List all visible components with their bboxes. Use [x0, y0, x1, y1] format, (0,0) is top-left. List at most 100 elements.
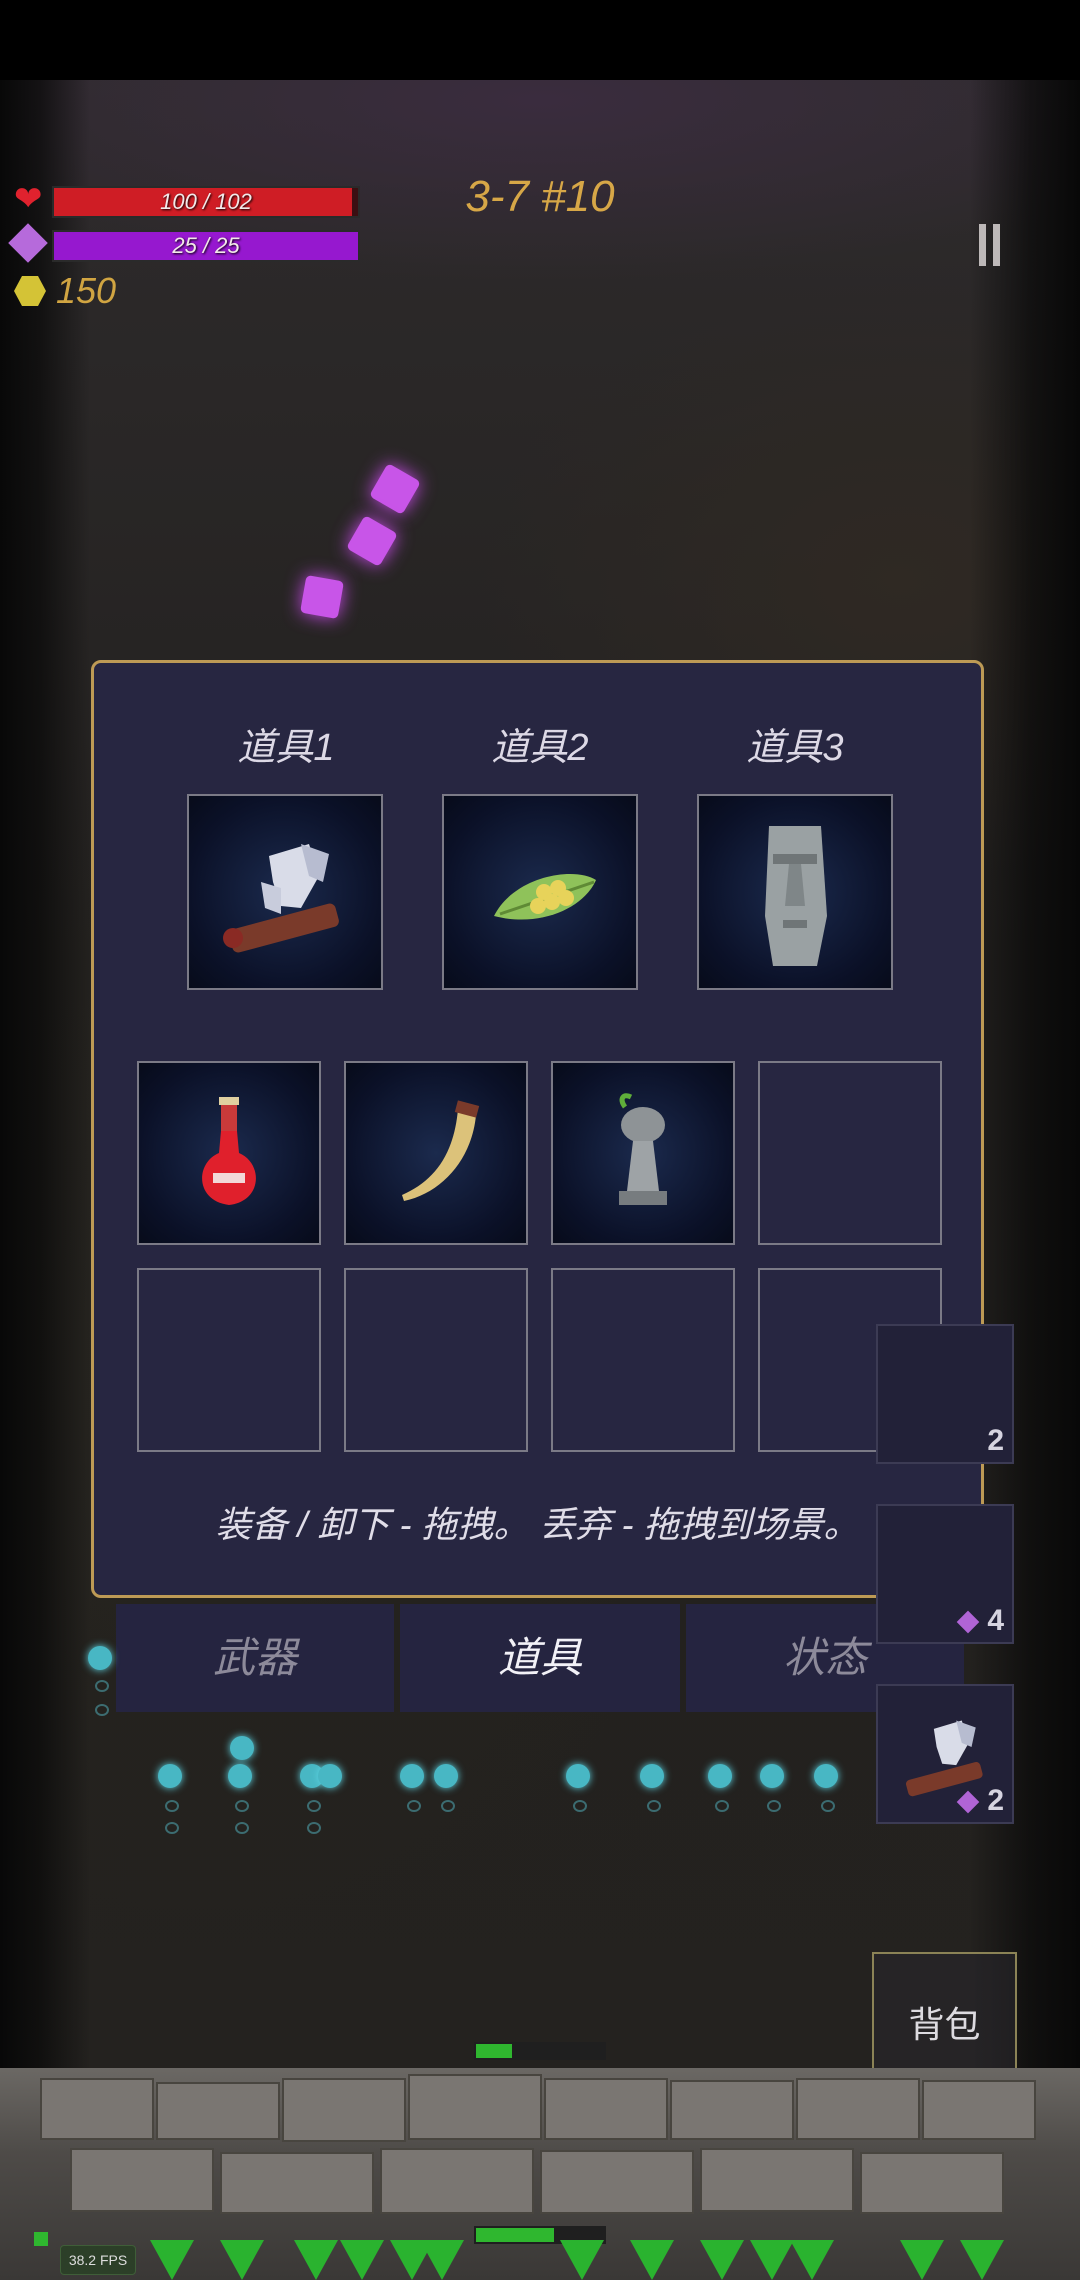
wall-rock [540, 2150, 694, 2214]
mana-gem-drop [299, 574, 345, 620]
ghost-trail [95, 1704, 109, 1716]
bag-slot-6[interactable] [344, 1268, 528, 1452]
spawn-arrow-icon [960, 2240, 1004, 2280]
horn-icon [402, 1100, 480, 1201]
ghost-enemy [230, 1736, 254, 1760]
ghost-trail [767, 1800, 781, 1812]
bag-slot-1[interactable] [137, 1061, 321, 1245]
wall-rock [670, 2080, 794, 2140]
ghost-enemy [708, 1764, 732, 1788]
herb-leaf-icon [494, 874, 596, 920]
ghost-enemy [88, 1646, 112, 1670]
spawn-arrow-icon [420, 2240, 464, 2280]
mp-bar: 25 / 25 [52, 230, 360, 262]
spawn-arrow-icon [700, 2240, 744, 2280]
gold-amount: 150 [56, 270, 117, 311]
wall-rock [70, 2148, 214, 2212]
ghost-trail [307, 1800, 321, 1812]
ghost-trail [407, 1800, 421, 1812]
card-count: 2 [987, 1784, 1004, 1817]
wall-rock [156, 2082, 280, 2140]
ghost-trail [441, 1800, 455, 1812]
tab-weapons[interactable]: 武器 [116, 1604, 394, 1712]
wave-progress-bar [474, 2042, 606, 2060]
ghost-trail [95, 1680, 109, 1692]
spawn-arrow-icon [900, 2240, 944, 2280]
base-marker [34, 2232, 48, 2246]
ghost-trail [715, 1800, 729, 1812]
spawn-arrow-icon [630, 2240, 674, 2280]
ghost-enemy [760, 1764, 784, 1788]
wall-rock [922, 2080, 1036, 2140]
ghost-trail [235, 1800, 249, 1812]
bag-slot-3[interactable] [551, 1061, 735, 1245]
wall-rock [408, 2074, 542, 2140]
spawn-arrow-icon [790, 2240, 834, 2280]
equipped-slot-3[interactable] [697, 794, 893, 990]
base-health-fill [476, 2228, 554, 2242]
bag-slot-7[interactable] [551, 1268, 735, 1452]
quickbar-card-2[interactable]: 4 [876, 1504, 1014, 1644]
card-count: 4 [987, 1604, 1004, 1637]
fps-counter: 38.2 FPS [60, 2245, 136, 2275]
equipped-slot-2[interactable] [442, 794, 638, 990]
wave-progress-fill [476, 2044, 512, 2058]
mana-gem-icon [956, 1610, 980, 1634]
wall-rock [220, 2152, 374, 2214]
pause-icon [979, 224, 986, 266]
tab-items[interactable]: 道具 [400, 1604, 680, 1712]
wall-rock [282, 2078, 406, 2142]
slot-label-1: 道具1 [237, 727, 335, 769]
ghost-enemy [318, 1764, 342, 1788]
ghost-trail [235, 1822, 249, 1834]
bag-slot-4[interactable] [758, 1061, 942, 1245]
spawn-arrow-icon [294, 2240, 338, 2280]
status-bar [0, 0, 1080, 80]
ghost-trail [821, 1800, 835, 1812]
inventory-hint: 装备 / 卸下 - 拖拽。 丢弃 - 拖拽到场景。 [215, 1504, 860, 1545]
spawn-arrow-icon [750, 2240, 794, 2280]
spawn-arrow-icon [220, 2240, 264, 2280]
ghost-trail [165, 1800, 179, 1812]
heart-icon: ❤ [14, 180, 43, 218]
ghost-enemy [640, 1764, 664, 1788]
slot-label-2: 道具2 [491, 727, 589, 769]
ghost-enemy [566, 1764, 590, 1788]
mp-text: 25 / 25 [172, 233, 240, 258]
ghost-trail [647, 1800, 661, 1812]
wall-rock [40, 2078, 154, 2140]
quickbar-card-1[interactable]: 2 [876, 1324, 1014, 1464]
bag-slot-5[interactable] [137, 1268, 321, 1452]
hp-bar: 100 / 102 [52, 186, 360, 218]
ghost-enemy [434, 1764, 458, 1788]
ghost-enemy [228, 1764, 252, 1788]
wall-rock [796, 2078, 920, 2140]
hp-text: 100 / 102 [160, 189, 252, 214]
card-count: 2 [987, 1424, 1004, 1457]
chess-pawn-icon [619, 1093, 667, 1205]
wall-rock [700, 2148, 854, 2212]
spawn-arrow-icon [340, 2240, 384, 2280]
spawn-arrow-icon [150, 2240, 194, 2280]
ghost-enemy [158, 1764, 182, 1788]
red-potion-icon [202, 1097, 256, 1205]
pause-icon [993, 224, 1000, 266]
ghost-trail [307, 1822, 321, 1834]
pause-button[interactable] [950, 210, 1030, 280]
quickbar-card-3[interactable]: 2 [876, 1684, 1014, 1824]
ghost-enemy [814, 1764, 838, 1788]
wall-rock [860, 2152, 1004, 2214]
equipped-slot-1[interactable] [187, 794, 383, 990]
bag-slot-2[interactable] [344, 1061, 528, 1245]
foliage-right [970, 80, 1080, 2280]
wall-rock [544, 2078, 668, 2140]
ghost-trail [165, 1822, 179, 1834]
wall-rock [380, 2148, 534, 2214]
slot-label-3: 道具3 [746, 727, 844, 769]
stage-label: 3-7 #10 [465, 172, 615, 221]
foliage-left [0, 80, 90, 2280]
spawn-arrow-icon [560, 2240, 604, 2280]
moai-statue-icon [765, 826, 827, 966]
flag-scroll-icon [223, 844, 339, 953]
ghost-trail [573, 1800, 587, 1812]
